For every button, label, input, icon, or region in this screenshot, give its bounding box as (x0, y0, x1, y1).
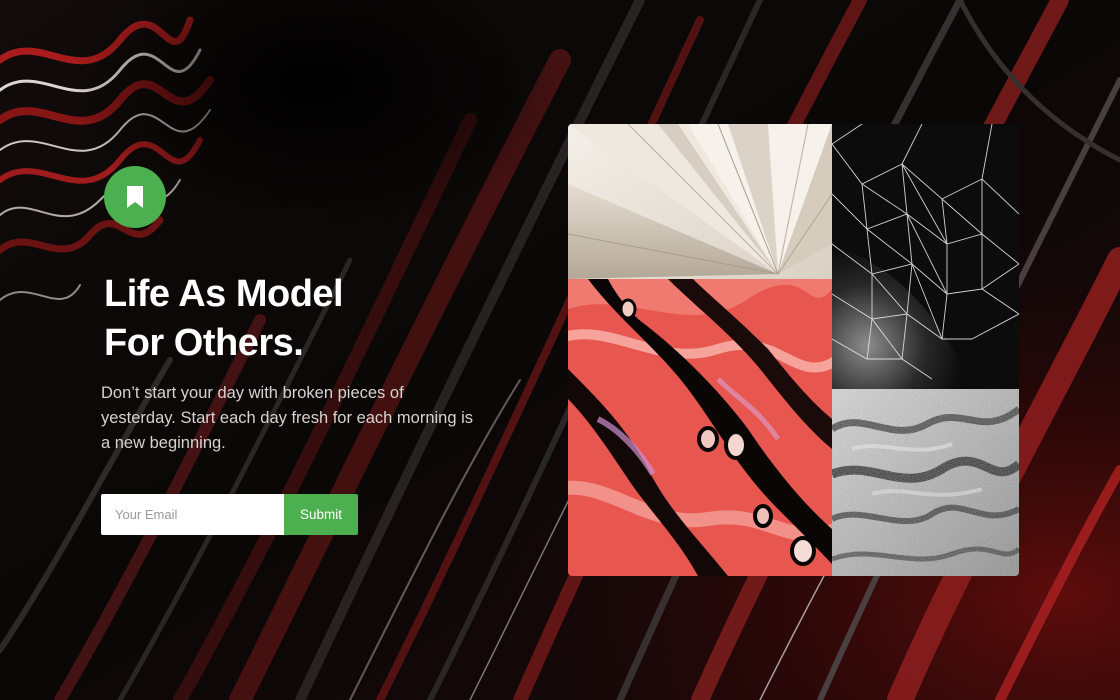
red-fluid-art-image (568, 279, 832, 576)
submit-button[interactable]: Submit (284, 494, 358, 535)
bookmark-badge (104, 166, 166, 228)
hero-description: Don’t start your day with broken pieces … (101, 384, 474, 452)
hero-title: Life As Model For Others. (104, 270, 464, 368)
bookmark-icon (127, 186, 143, 208)
wireframe-mesh-image (832, 124, 1019, 389)
image-collage (568, 124, 1019, 576)
hero-title-line-2: For Others. (104, 322, 304, 364)
hero-title-line-1: Life As Model (104, 273, 344, 315)
rock-texture-image (832, 389, 1019, 576)
subscribe-form: Submit (101, 494, 358, 535)
folded-paper-image (568, 124, 832, 279)
email-input[interactable] (101, 494, 284, 535)
landing-page: Life As Model For Others. Don’t start yo… (0, 0, 1120, 700)
